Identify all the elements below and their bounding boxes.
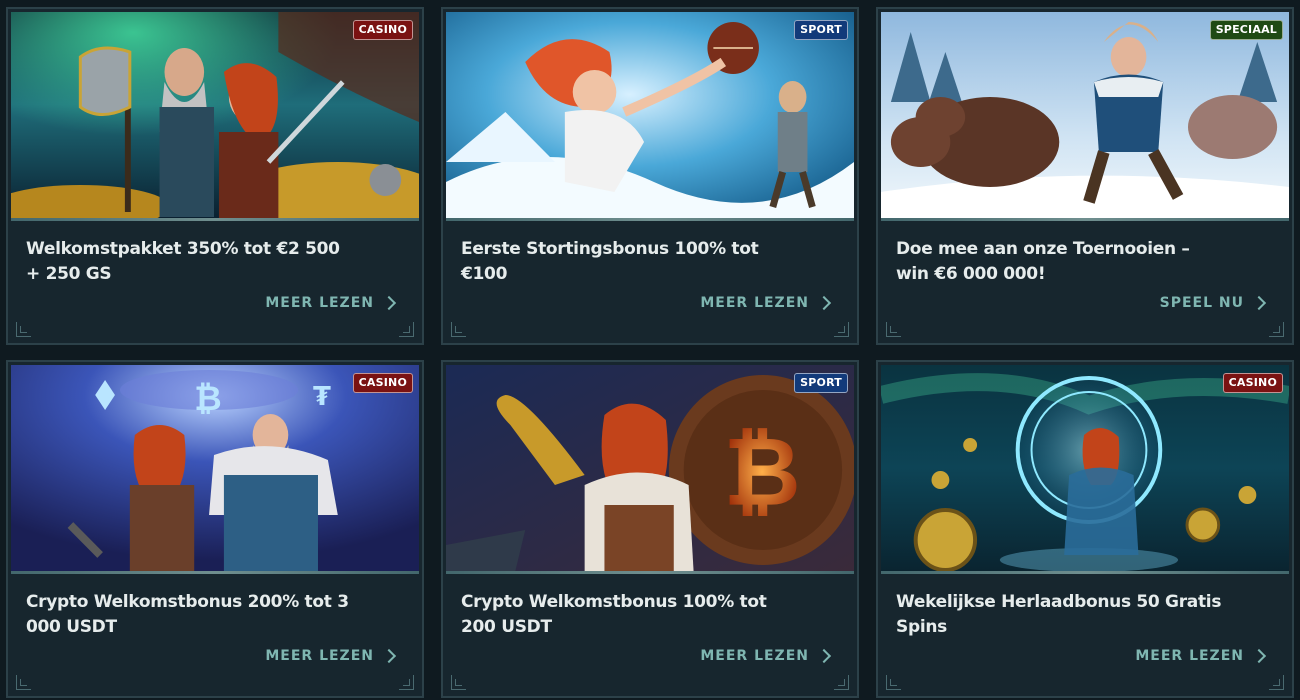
card-divider (881, 571, 1289, 574)
promo-title: Eerste Stortingsbonus 100% tot €100 (461, 239, 759, 284)
read-more-label: MEER LEZEN (700, 295, 809, 311)
read-more-label: MEER LEZEN (700, 648, 809, 664)
promo-title: Crypto Welkomstbonus 200% tot 3 000 USDT (26, 592, 349, 637)
ornament-corner-icon (834, 675, 849, 690)
promo-card[interactable]: ₿ ₮ CASINO Crypto Welkomstbonus 200% tot… (6, 360, 424, 698)
svg-text:₮: ₮ (313, 382, 331, 412)
promo-title: Crypto Welkomstbonus 100% tot 200 USDT (461, 592, 767, 637)
chevron-right-icon (1251, 648, 1267, 664)
ornament-corner-icon (16, 322, 31, 337)
read-more-label: MEER LEZEN (1135, 648, 1244, 664)
chevron-right-icon (381, 295, 397, 311)
card-divider (881, 218, 1289, 221)
promo-card[interactable]: CASINO Welkomstpakket 350% tot €2 500 + … (6, 7, 424, 345)
promo-image[interactable] (881, 12, 1289, 218)
ornament-corner-icon (1269, 675, 1284, 690)
promo-card[interactable]: ₿ SPORT Crypto Welkomstbonus 100% tot 20… (441, 360, 859, 698)
chevron-right-icon (816, 648, 832, 664)
ornament-corner-icon (451, 322, 466, 337)
category-badge: CASINO (352, 373, 413, 393)
promo-title: Wekelijkse Herlaadbonus 50 Gratis Spins (896, 592, 1222, 637)
category-badge: CASINO (1222, 373, 1283, 393)
promo-image[interactable] (881, 365, 1289, 571)
category-badge: CASINO (352, 20, 413, 40)
read-more-link[interactable]: MEER LEZEN (700, 295, 832, 311)
promo-image[interactable] (11, 12, 419, 218)
ornament-corner-icon (399, 322, 414, 337)
ornament-corner-icon (834, 322, 849, 337)
card-divider (11, 218, 419, 221)
chevron-right-icon (1251, 295, 1267, 311)
promo-card[interactable]: CASINO Wekelijkse Herlaadbonus 50 Gratis… (876, 360, 1294, 698)
promo-card[interactable]: SPECIAAL Doe mee aan onze Toernooien – w… (876, 7, 1294, 345)
promotions-grid: CASINO Welkomstpakket 350% tot €2 500 + … (6, 7, 1294, 698)
card-divider (446, 218, 854, 221)
ornament-corner-icon (16, 675, 31, 690)
promo-image[interactable]: ₿ (446, 365, 854, 571)
promo-card[interactable]: SPORT Eerste Stortingsbonus 100% tot €10… (441, 7, 859, 345)
svg-text:₿: ₿ (723, 416, 800, 529)
play-now-link[interactable]: SPEEL NU (1159, 295, 1267, 311)
read-more-label: MEER LEZEN (265, 295, 374, 311)
ornament-corner-icon (451, 675, 466, 690)
chevron-right-icon (381, 648, 397, 664)
category-badge: SPORT (794, 20, 848, 40)
chevron-right-icon (816, 295, 832, 311)
promo-image[interactable]: ₿ ₮ (11, 365, 419, 571)
promo-image[interactable] (446, 12, 854, 218)
ornament-corner-icon (886, 675, 901, 690)
svg-text:₿: ₿ (194, 379, 221, 418)
promo-title: Welkomstpakket 350% tot €2 500 + 250 GS (26, 239, 340, 284)
read-more-link[interactable]: MEER LEZEN (700, 648, 832, 664)
ornament-corner-icon (1269, 322, 1284, 337)
card-divider (11, 571, 419, 574)
category-badge: SPORT (794, 373, 848, 393)
category-badge: SPECIAAL (1209, 20, 1283, 40)
promo-title: Doe mee aan onze Toernooien – win €6 000… (896, 239, 1190, 284)
read-more-link[interactable]: MEER LEZEN (1135, 648, 1267, 664)
play-now-label: SPEEL NU (1159, 295, 1244, 311)
ornament-corner-icon (399, 675, 414, 690)
ornament-corner-icon (886, 322, 901, 337)
read-more-link[interactable]: MEER LEZEN (265, 295, 397, 311)
read-more-label: MEER LEZEN (265, 648, 374, 664)
card-divider (446, 571, 854, 574)
read-more-link[interactable]: MEER LEZEN (265, 648, 397, 664)
